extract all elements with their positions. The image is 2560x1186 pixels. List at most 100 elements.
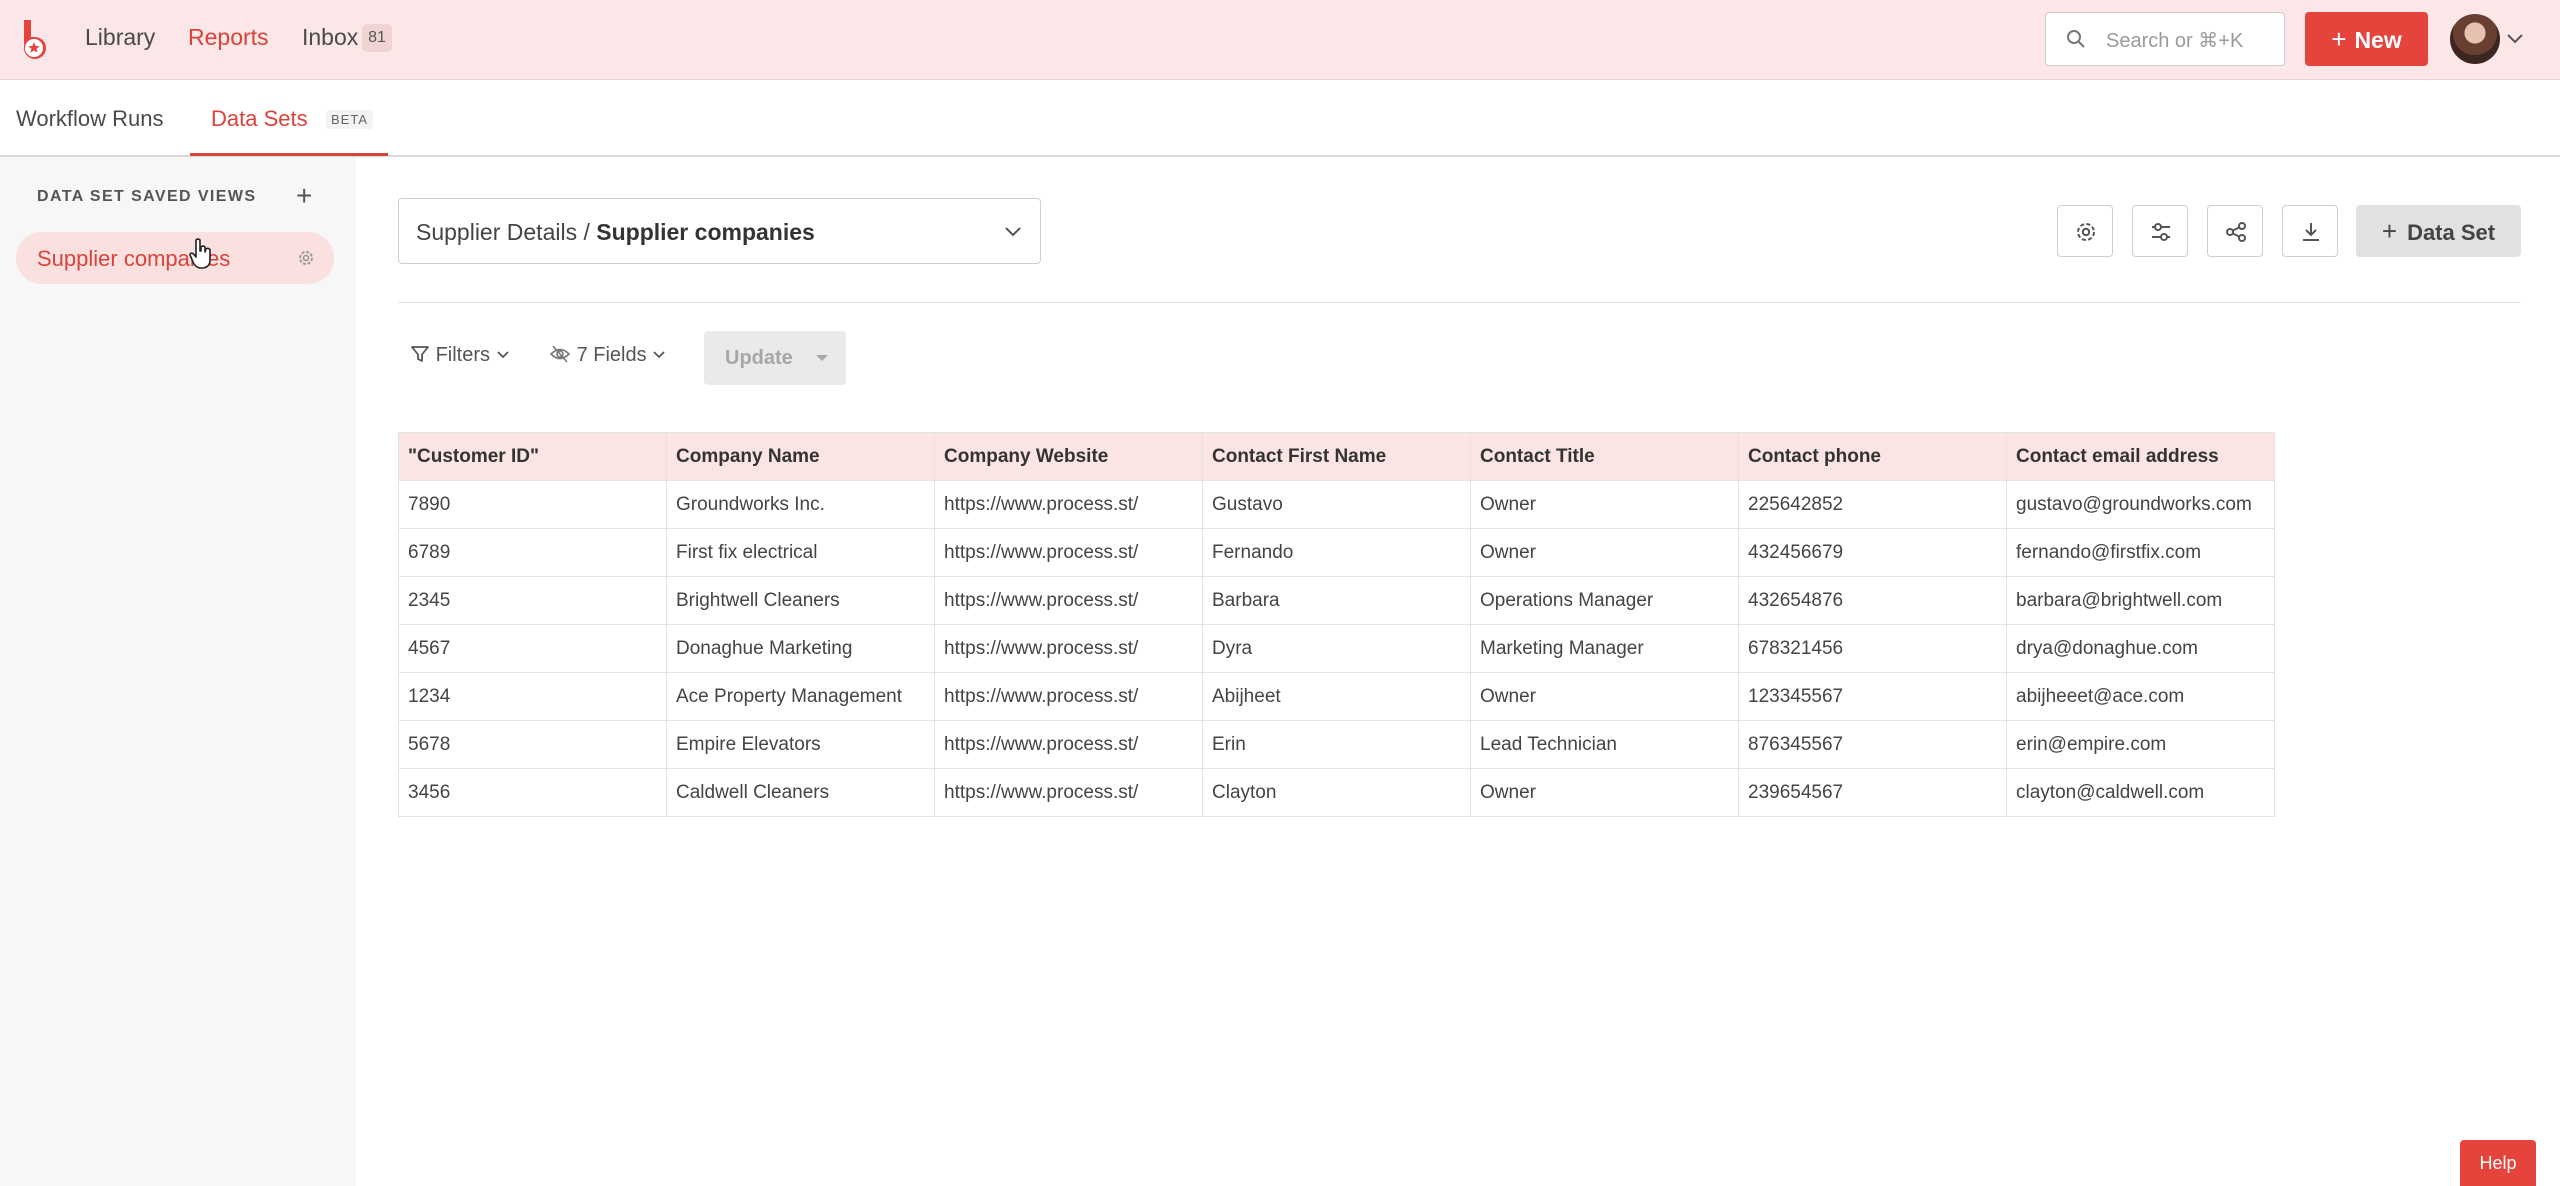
table-cell[interactable]: Owner [1470, 480, 1739, 529]
column-header[interactable]: Company Website [934, 432, 1203, 481]
table-cell[interactable]: 239654567 [1738, 768, 2007, 817]
table-cell[interactable]: Caldwell Cleaners [666, 768, 935, 817]
table-cell[interactable]: Erin [1202, 720, 1471, 769]
table-cell[interactable]: Groundworks Inc. [666, 480, 935, 529]
table-cell[interactable]: drya@donaghue.com [2006, 624, 2275, 673]
share-icon [2226, 222, 2246, 242]
logo-icon[interactable] [13, 18, 55, 60]
hand-cursor-icon [189, 238, 211, 269]
table-cell[interactable]: https://www.process.st/ [934, 528, 1203, 577]
dataset-selector[interactable]: Supplier Details / Supplier companies [398, 198, 1041, 264]
search-icon [2067, 30, 2085, 48]
tab-workflow-runs[interactable]: Workflow Runs [16, 106, 164, 132]
filter-settings-button[interactable] [2132, 205, 2188, 257]
table-cell[interactable]: Fernando [1202, 528, 1471, 577]
add-saved-view-button[interactable]: + [296, 182, 312, 210]
table-cell[interactable]: abijheeet@ace.com [2006, 672, 2275, 721]
column-header[interactable]: Contact Title [1470, 432, 1739, 481]
table-cell[interactable]: Donaghue Marketing [666, 624, 935, 673]
table-row[interactable]: 3456 Caldwell Cleaners https://www.proce… [398, 768, 2275, 817]
table-cell[interactable]: Operations Manager [1470, 576, 1739, 625]
table-cell[interactable]: Owner [1470, 528, 1739, 577]
column-header[interactable]: Contact email address [2006, 432, 2275, 481]
table-cell[interactable]: Marketing Manager [1470, 624, 1739, 673]
search-input[interactable]: Search or ⌘+K [2045, 12, 2285, 66]
table-row[interactable]: 4567 Donaghue Marketing https://www.proc… [398, 624, 2275, 673]
table-cell[interactable]: https://www.process.st/ [934, 768, 1203, 817]
table-cell[interactable]: 432456679 [1738, 528, 2007, 577]
table-cell[interactable]: Clayton [1202, 768, 1471, 817]
column-header[interactable]: "Customer ID" [398, 432, 667, 481]
fields-label: 7 Fields [576, 344, 647, 366]
saved-view-item[interactable]: Supplier companies [16, 232, 334, 284]
tab-data-sets[interactable]: Data Sets [211, 106, 308, 132]
share-button[interactable] [2207, 205, 2263, 257]
help-button[interactable]: Help [2460, 1140, 2536, 1186]
table-cell[interactable]: gustavo@groundworks.com [2006, 480, 2275, 529]
table-cell[interactable]: Brightwell Cleaners [666, 576, 935, 625]
sliders-icon [2152, 223, 2170, 241]
nav-reports-link[interactable]: Reports [188, 24, 269, 51]
search-placeholder: Search or ⌘+K [2106, 30, 2244, 52]
table-cell[interactable]: 123345567 [1738, 672, 2007, 721]
update-label: Update [725, 347, 793, 369]
nav-inbox-link[interactable]: Inbox [302, 24, 358, 51]
table-cell[interactable]: erin@empire.com [2006, 720, 2275, 769]
settings-button[interactable] [2057, 205, 2113, 257]
table-cell[interactable]: fernando@firstfix.com [2006, 528, 2275, 577]
table-cell[interactable]: barbara@brightwell.com [2006, 576, 2275, 625]
table-cell[interactable]: 432654876 [1738, 576, 2007, 625]
gear-icon[interactable] [296, 248, 316, 268]
table-cell[interactable]: https://www.process.st/ [934, 624, 1203, 673]
download-button[interactable] [2282, 205, 2338, 257]
table-cell[interactable]: Abijheet [1202, 672, 1471, 721]
table-cell[interactable]: Gustavo [1202, 480, 1471, 529]
table-cell[interactable]: https://www.process.st/ [934, 480, 1203, 529]
table-cell[interactable]: Lead Technician [1470, 720, 1739, 769]
table-cell[interactable]: https://www.process.st/ [934, 576, 1203, 625]
table-cell[interactable]: 1234 [398, 672, 667, 721]
table-row[interactable]: 1234 Ace Property Management https://www… [398, 672, 2275, 721]
table-cell[interactable]: Barbara [1202, 576, 1471, 625]
nav-library-link[interactable]: Library [85, 24, 155, 51]
table-cell[interactable]: 5678 [398, 720, 667, 769]
table-cell[interactable]: Empire Elevators [666, 720, 935, 769]
active-tab-indicator [190, 153, 388, 156]
table-row[interactable]: 6789 First fix electrical https://www.pr… [398, 528, 2275, 577]
table-cell[interactable]: Owner [1470, 768, 1739, 817]
table-cell[interactable]: Owner [1470, 672, 1739, 721]
dataset-name: Supplier companies [596, 219, 815, 245]
chevron-down-icon[interactable] [2505, 28, 2525, 48]
column-header[interactable]: Contact First Name [1202, 432, 1471, 481]
table-cell[interactable]: 2345 [398, 576, 667, 625]
table-cell[interactable]: Dyra [1202, 624, 1471, 673]
column-header[interactable]: Contact phone [1738, 432, 2007, 481]
column-header[interactable]: Company Name [666, 432, 935, 481]
sidebar: DATA SET SAVED VIEWS + Supplier companie… [0, 157, 356, 1186]
gear-icon [2077, 223, 2095, 241]
add-data-set-button[interactable]: + Data Set [2356, 205, 2521, 257]
new-button[interactable]: + New [2305, 12, 2428, 66]
table-cell[interactable]: First fix electrical [666, 528, 935, 577]
table-cell[interactable]: https://www.process.st/ [934, 672, 1203, 721]
table-cell[interactable]: clayton@caldwell.com [2006, 768, 2275, 817]
caret-down-icon[interactable] [816, 355, 828, 361]
avatar[interactable] [2450, 14, 2500, 64]
update-button[interactable]: Update [704, 331, 846, 385]
table-cell[interactable]: 678321456 [1738, 624, 2007, 673]
table-cell[interactable]: 6789 [398, 528, 667, 577]
table-cell[interactable]: Ace Property Management [666, 672, 935, 721]
table-row[interactable]: 7890 Groundworks Inc. https://www.proces… [398, 480, 2275, 529]
table-cell[interactable]: 225642852 [1738, 480, 2007, 529]
eye-off-icon [549, 345, 571, 363]
table-cell[interactable]: 876345567 [1738, 720, 2007, 769]
table-cell[interactable]: 7890 [398, 480, 667, 529]
filter-icon [411, 346, 429, 362]
table-row[interactable]: 2345 Brightwell Cleaners https://www.pro… [398, 576, 2275, 625]
table-row[interactable]: 5678 Empire Elevators https://www.proces… [398, 720, 2275, 769]
table-cell[interactable]: 3456 [398, 768, 667, 817]
fields-dropdown[interactable]: 7 Fields [549, 344, 666, 367]
table-cell[interactable]: 4567 [398, 624, 667, 673]
filters-dropdown[interactable]: Filters [410, 344, 510, 367]
table-cell[interactable]: https://www.process.st/ [934, 720, 1203, 769]
